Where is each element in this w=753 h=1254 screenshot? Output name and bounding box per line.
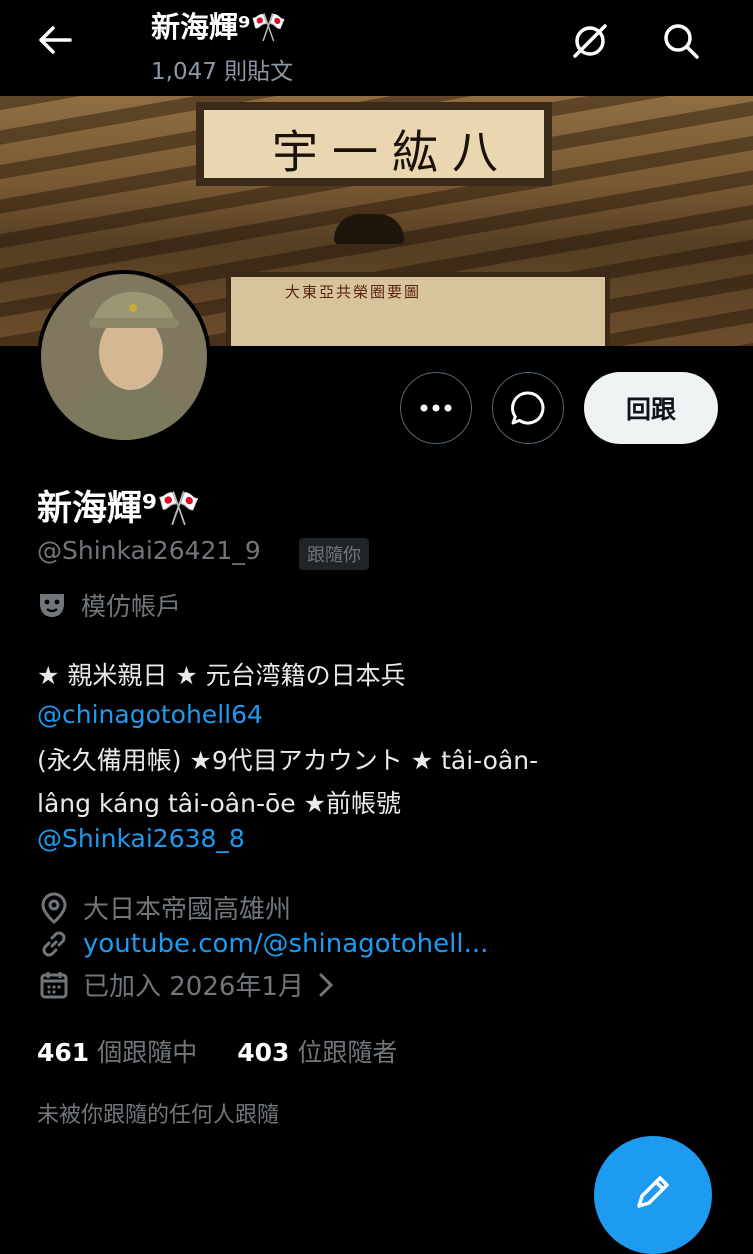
follows-you-badge: 跟隨你 [299,538,369,570]
top-bar: 新海輝⁹🎌 1,047 則貼文 [0,0,753,96]
arrow-left-icon [39,26,72,54]
bio-line: (永久備用帳) ★9代目アカウント ★ tâi-oân- [37,746,539,775]
link-icon [37,927,71,961]
chevron-right-icon [319,973,334,996]
banner-lamp [334,214,404,244]
grok-icon [573,24,607,58]
follow-stats: 461 個跟隨中 403 位跟隨者 [37,1033,397,1069]
map-title: 大東亞共榮圈要圖 [285,283,422,301]
avatar-image [41,274,207,440]
follow-back-button[interactable]: 回跟 [584,372,718,444]
followers-stat[interactable]: 403 位跟隨者 [237,1033,397,1069]
display-name: 新海輝⁹🎌 [37,489,201,529]
compose-icon [637,1176,669,1208]
back-button[interactable] [32,20,78,60]
website-link[interactable]: youtube.com/@shinagotohell... [83,929,488,959]
website-row[interactable]: youtube.com/@shinagotohell... [37,927,488,961]
bio-line: lâng káng tâi-oân-ōe ★前帳號 [37,789,402,818]
compose-button[interactable] [594,1136,712,1254]
followers-count: 403 [237,1038,290,1067]
parody-label-row[interactable]: 模仿帳戶 [37,587,181,623]
header-title: 新海輝⁹🎌 [151,10,287,44]
search-icon [664,24,699,59]
banner-map: 大東亞共榮圈要圖 [226,272,610,346]
following-stat[interactable]: 461 個跟隨中 [37,1033,197,1069]
message-button[interactable] [492,372,564,444]
location-row: 大日本帝國高雄州 [37,889,291,926]
location-text: 大日本帝國高雄州 [83,895,292,925]
theater-mask-icon [40,594,64,617]
banner-plaque: 宇一紘八 [196,102,552,186]
more-button[interactable] [400,372,472,444]
grok-button[interactable] [567,18,613,64]
followed-by-note: 未被你跟隨的任何人跟隨 [37,1103,280,1128]
followers-label: 位跟隨者 [297,1038,398,1067]
post-count: 1,047 則貼文 [151,59,294,85]
more-icon [420,404,452,412]
bio-mention-link[interactable]: @chinagotohell64 [37,700,263,729]
avatar[interactable] [37,270,211,444]
search-button[interactable] [658,18,704,64]
following-label: 個跟隨中 [97,1038,198,1067]
bio-line: ★ 親米親日 ★ 元台湾籍の日本兵 [37,661,406,690]
message-icon [511,391,545,425]
bio-mention-link[interactable]: @Shinkai2638_8 [37,824,245,853]
location-icon [37,891,71,925]
handle: @Shinkai26421_9 [37,536,261,565]
following-count: 461 [37,1038,90,1067]
joined-text: 已加入 2026年1月 [83,972,304,1002]
parody-label: 模仿帳戶 [81,592,182,621]
joined-row[interactable]: 已加入 2026年1月 [37,966,338,1003]
plaque-text: 宇一紘八 [272,125,512,179]
calendar-icon [37,968,71,1002]
